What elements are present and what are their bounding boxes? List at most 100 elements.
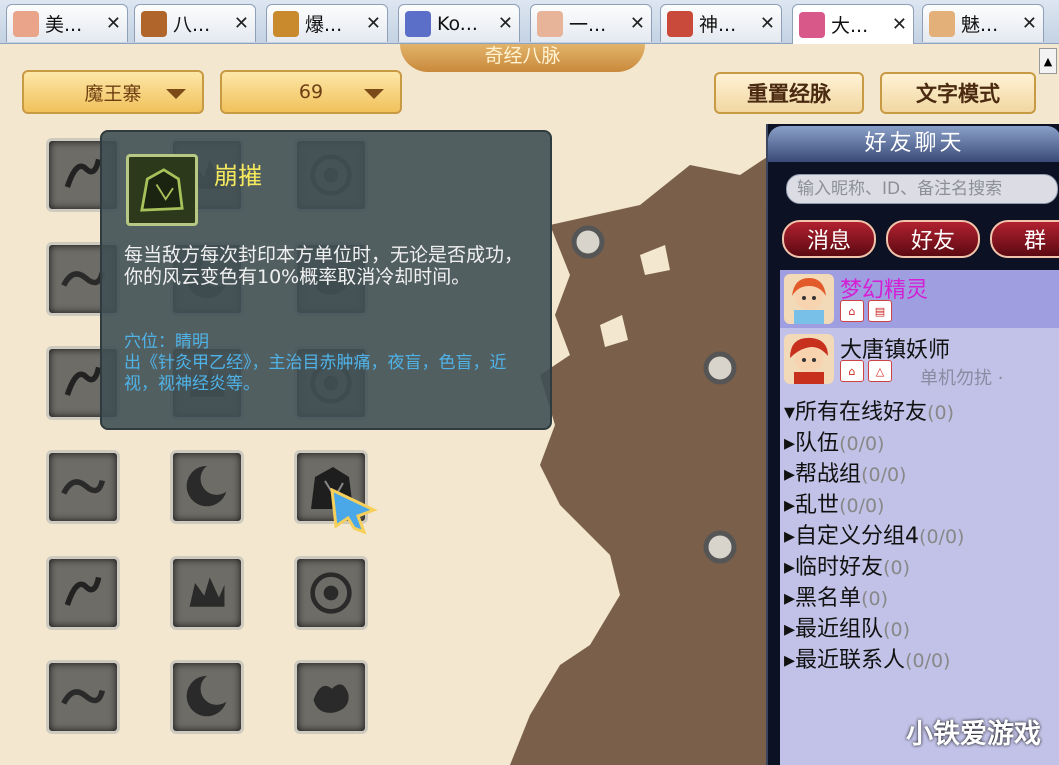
- group-label: 队伍: [795, 431, 840, 456]
- friend-row[interactable]: 梦幻精灵 ⌂ ▤: [780, 270, 1059, 328]
- text-mode-button[interactable]: 文字模式: [880, 72, 1036, 114]
- school-dropdown-value: 魔王寨: [84, 82, 142, 105]
- profile-icon[interactable]: ▤: [868, 300, 892, 322]
- close-icon[interactable]: ✕: [760, 13, 775, 34]
- tab-2[interactable]: 八... ✕: [134, 4, 256, 42]
- group-count: (0/0): [861, 464, 907, 486]
- tab-friends[interactable]: 好友: [886, 220, 980, 258]
- acupoint-node-2[interactable]: [703, 351, 737, 385]
- home-icon[interactable]: ⌂: [840, 360, 864, 382]
- skill-slot[interactable]: [46, 450, 120, 524]
- reset-meridian-button[interactable]: 重置经脉: [714, 72, 864, 114]
- tab-3[interactable]: 爆... ✕: [266, 4, 388, 42]
- tooltip-skill-name: 崩摧: [214, 162, 262, 190]
- friend-actions: ⌂ △: [840, 360, 892, 382]
- skill-slot[interactable]: [46, 556, 120, 630]
- skill-slot[interactable]: [294, 660, 368, 734]
- close-icon[interactable]: ✕: [106, 13, 121, 34]
- level-dropdown[interactable]: 69: [220, 70, 402, 114]
- group-count: (0): [883, 619, 910, 641]
- school-dropdown[interactable]: 魔王寨: [22, 70, 204, 114]
- tab-label: Ko...: [437, 12, 478, 35]
- character-avatar-icon: [929, 10, 955, 37]
- group-label: 自定义分组4: [795, 524, 920, 549]
- tab-1[interactable]: 美... ✕: [6, 4, 128, 42]
- skill-slot[interactable]: [170, 450, 244, 524]
- skill-icon: [64, 576, 102, 606]
- home-icon[interactable]: ⌂: [840, 300, 864, 322]
- tab-6[interactable]: 神... ✕: [660, 4, 782, 42]
- skill-icon: [313, 684, 349, 713]
- friend-group[interactable]: ▸帮战组(0/0): [784, 456, 906, 488]
- chevron-down-icon: [364, 89, 384, 99]
- skill-slot[interactable]: [46, 660, 120, 734]
- triangle-right-icon: ▸: [784, 462, 796, 487]
- friend-list: 梦幻精灵 ⌂ ▤ 大唐镇妖师 ⌂ △ 单机勿扰 · ▾所有在线好友(0) ▸队伍(…: [780, 270, 1059, 765]
- group-label: 帮战组: [795, 462, 862, 487]
- group-count: (0/0): [839, 433, 885, 455]
- tab-8[interactable]: 魅... ✕: [922, 4, 1044, 42]
- group-count: (0/0): [905, 650, 951, 672]
- friend-group[interactable]: ▸最近联系人(0/0): [784, 642, 950, 674]
- close-icon[interactable]: ✕: [234, 13, 249, 34]
- close-icon[interactable]: ✕: [630, 13, 645, 34]
- tab-7[interactable]: 大... ✕: [792, 4, 914, 44]
- tab-label: 神...: [699, 14, 737, 36]
- skill-slot[interactable]: [170, 660, 244, 734]
- tab-label: 八...: [173, 14, 211, 36]
- friend-group[interactable]: ▸队伍(0/0): [784, 425, 884, 457]
- character-avatar-icon: [537, 10, 563, 37]
- skill-slot[interactable]: [294, 556, 368, 630]
- friend-group[interactable]: ▾所有在线好友(0): [784, 394, 954, 426]
- close-icon[interactable]: ✕: [892, 14, 907, 35]
- group-count: (0): [861, 588, 888, 610]
- avatar: [784, 334, 834, 384]
- skill-icon: [310, 572, 352, 614]
- close-icon[interactable]: ✕: [1022, 13, 1037, 34]
- group-count: (0): [927, 402, 954, 424]
- tooltip-description: 每当敌方每次封印本方单位时，无论是否成功，你的风云变色有10%概率取消冷却时间。: [124, 244, 524, 288]
- friend-group[interactable]: ▸乱世(0/0): [784, 487, 884, 519]
- group-label: 最近组队: [795, 617, 884, 642]
- friend-group[interactable]: ▸临时好友(0): [784, 549, 910, 581]
- tab-label: 爆...: [305, 14, 343, 36]
- friend-group[interactable]: ▸最近组队(0): [784, 611, 910, 643]
- acupoint-node-3[interactable]: [703, 530, 737, 564]
- close-icon[interactable]: ✕: [498, 13, 513, 34]
- skill-icon: [186, 465, 227, 507]
- tab-groups[interactable]: 群: [990, 220, 1059, 258]
- triangle-right-icon: ▸: [784, 555, 796, 580]
- tooltip-acupoint: 穴位：睛明: [124, 332, 209, 352]
- skill-icon: [61, 689, 105, 705]
- triangle-right-icon: ▸: [784, 431, 796, 456]
- tab-label: 一...: [569, 14, 607, 36]
- friend-row[interactable]: 大唐镇妖师 ⌂ △ 单机勿扰 ·: [780, 330, 1059, 389]
- tab-4[interactable]: Ko... ✕: [398, 4, 520, 42]
- tab-messages[interactable]: 消息: [782, 220, 876, 258]
- character-avatar-icon: [799, 11, 825, 38]
- triangle-down-icon: ▾: [784, 400, 796, 425]
- character-avatar-icon: [405, 10, 431, 37]
- level-dropdown-value: 69: [298, 81, 324, 103]
- scroll-up-button[interactable]: ▲: [1039, 48, 1057, 74]
- character-avatar-icon: [667, 10, 693, 37]
- friend-chat-panel: 好友聊天 输入昵称、ID、备注名搜索 消息 好友 群 梦幻精灵 ⌂ ▤ 大唐镇妖…: [766, 124, 1059, 765]
- character-avatar-icon: [141, 10, 167, 37]
- tab-5[interactable]: 一... ✕: [530, 4, 652, 42]
- skill-slot[interactable]: [170, 556, 244, 630]
- acupoint-node-1[interactable]: [571, 225, 605, 259]
- skill-icon: [186, 675, 227, 717]
- triangle-right-icon: ▸: [784, 648, 796, 673]
- tooltip-source: 出《针灸甲乙经》，主治目赤肿痛，夜盲，色盲，近视，视神经炎等。: [124, 353, 507, 394]
- rock-icon: [126, 154, 198, 226]
- team-icon[interactable]: △: [868, 360, 892, 382]
- character-avatar-icon: [273, 10, 299, 37]
- friend-group[interactable]: ▸黑名单(0): [784, 580, 888, 612]
- friend-group[interactable]: ▸自定义分组4(0/0): [784, 518, 964, 550]
- avatar: [784, 274, 834, 324]
- tab-label: 大...: [831, 15, 869, 37]
- triangle-right-icon: ▸: [784, 586, 796, 611]
- watermark: 小铁爱游戏: [906, 719, 1041, 750]
- close-icon[interactable]: ✕: [366, 13, 381, 34]
- friend-search-input[interactable]: 输入昵称、ID、备注名搜索: [786, 174, 1058, 204]
